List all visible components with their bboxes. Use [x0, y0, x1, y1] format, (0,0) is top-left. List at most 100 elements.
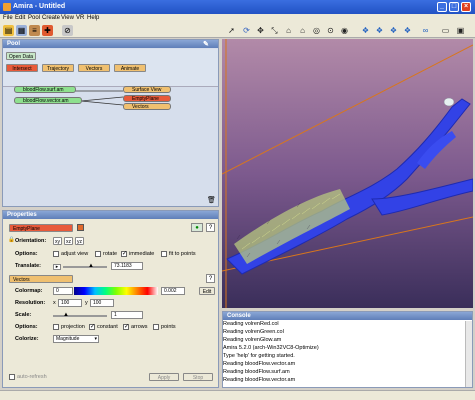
maximize-button[interactable]: □ — [449, 2, 459, 12]
module-vectors-title[interactable]: Vectors — [9, 275, 73, 283]
color-swatch[interactable] — [77, 224, 84, 231]
fullscreen-icon[interactable]: ▣ — [455, 25, 466, 36]
colormap-max-input[interactable]: 0.002 — [161, 287, 185, 295]
seek-icon[interactable]: ⊙ — [325, 25, 336, 36]
menu-help[interactable]: Help — [87, 15, 99, 21]
options-label: Options: — [15, 251, 38, 257]
puzzle-icon[interactable]: ✚ — [42, 25, 53, 36]
fit-to-points-checkbox[interactable] — [161, 251, 167, 257]
console-line: Amira 5.2.0 (arch-Win32VC8-Optimize) — [223, 345, 319, 351]
view-all-icon[interactable]: ◎ — [311, 25, 322, 36]
data-node-surf[interactable]: bloodFlow.surf.am — [14, 86, 76, 93]
translate-slider[interactable] — [63, 266, 107, 268]
menu-vr[interactable]: VR — [76, 15, 84, 21]
home-icon[interactable]: ⌂ — [283, 25, 294, 36]
trash-icon[interactable]: 🗑 — [207, 196, 216, 204]
stop-icon[interactable]: ⊘ — [62, 25, 73, 36]
module-node-emptyplane[interactable]: EmptyPlane — [123, 95, 171, 102]
console-line: Reading volrenGlow.am — [223, 337, 282, 343]
help-icon[interactable]: ? — [206, 274, 215, 283]
immediate-checkbox[interactable]: ✓ — [121, 251, 127, 257]
resolution-y-input[interactable]: 100 — [90, 299, 114, 307]
console-line: Reading volrenRed.col — [223, 321, 279, 327]
set-home-icon[interactable]: ⌂ — [297, 25, 308, 36]
view-y-icon[interactable]: ❖ — [374, 25, 385, 36]
pool-shortcuts: Open Data Intersect Trajectory Vectors A… — [3, 49, 218, 87]
stop-button[interactable]: Stop — [183, 373, 213, 381]
points-checkbox[interactable] — [153, 324, 159, 330]
scale-input[interactable]: 1 — [111, 311, 143, 319]
intersect-button[interactable]: Intersect — [6, 64, 38, 72]
close-button[interactable]: × — [461, 2, 471, 12]
colormap-bar[interactable] — [74, 287, 158, 295]
rotate-checkbox[interactable] — [95, 251, 101, 257]
view-z-icon[interactable]: ❖ — [388, 25, 399, 36]
layers-icon[interactable]: ≡ — [29, 25, 40, 36]
options2-label: Options: — [15, 324, 38, 330]
translate-slider-thumb[interactable]: ▲ — [88, 263, 94, 269]
console-line: Type 'help' for getting started. — [223, 353, 295, 359]
module-node-surface-view-label: Surface View — [132, 87, 162, 93]
layout-icon[interactable]: ▭ — [440, 25, 451, 36]
constant-checkbox[interactable]: ✓ — [89, 324, 95, 330]
play-icon[interactable]: ▸ — [53, 264, 61, 270]
vectors-button[interactable]: Vectors — [78, 64, 110, 72]
console-title: Console — [227, 313, 251, 319]
minimize-button[interactable]: _ — [437, 2, 447, 12]
menu-edit[interactable]: Edit — [15, 15, 25, 21]
display-toggle-icon[interactable]: ● — [191, 223, 203, 232]
menu-create[interactable]: Create — [42, 15, 60, 21]
arrows-checkbox[interactable]: ✓ — [123, 324, 129, 330]
adjust-view-label: adjust view — [61, 251, 89, 257]
view-x-icon[interactable]: ❖ — [360, 25, 371, 36]
module-emptyplane-title[interactable]: EmptyPlane — [9, 224, 73, 232]
scale-slider[interactable] — [53, 315, 107, 317]
pool-connections — [75, 90, 124, 106]
menu-file[interactable]: File — [3, 15, 13, 21]
data-node-vector[interactable]: bloodFlow.vector.am — [14, 97, 82, 104]
projection-checkbox[interactable] — [53, 324, 59, 330]
auto-refresh-checkbox[interactable] — [9, 374, 15, 380]
pointer-icon[interactable]: ➚ — [226, 25, 237, 36]
console-line: Reading volrenGreen.col — [223, 329, 284, 335]
menu-pool[interactable]: Pool — [28, 15, 40, 21]
stereo-icon[interactable]: ∞ — [420, 25, 431, 36]
translate-input[interactable]: 73.1183 — [111, 262, 143, 270]
trajectory-button[interactable]: Trajectory — [42, 64, 74, 72]
viewer-3d[interactable] — [222, 39, 473, 308]
viewer-scene — [222, 39, 473, 308]
pool-panel: Pool ✎ Open Data Intersect Trajectory Ve… — [2, 39, 219, 207]
title-bar: Amira - Untitled _ □ × — [0, 0, 475, 14]
grid-icon[interactable]: ▦ — [16, 25, 27, 36]
apply-button[interactable]: Apply — [149, 373, 179, 381]
resolution-x-input[interactable]: 100 — [58, 299, 82, 307]
help-icon[interactable]: ? — [206, 223, 215, 232]
colormap-edit-button[interactable]: Edit — [199, 287, 215, 295]
colorize-select[interactable]: Magnitude ▾ — [53, 335, 99, 343]
module-node-vectors-label: Vectors — [132, 104, 149, 110]
colormap-min-input[interactable]: 0 — [53, 287, 73, 295]
properties-header: Properties — [3, 211, 218, 219]
adjust-view-checkbox[interactable] — [53, 251, 59, 257]
orientation-xy-button[interactable]: xy — [53, 237, 62, 245]
view-3d-icon[interactable]: ❖ — [402, 25, 413, 36]
module-node-vectors[interactable]: Vectors — [123, 103, 171, 110]
open-data-button[interactable]: Open Data — [6, 52, 36, 60]
animate-button[interactable]: Animate — [114, 64, 146, 72]
translate-icon[interactable]: ✥ — [255, 25, 266, 36]
open-icon[interactable]: ▤ — [3, 25, 14, 36]
console-scrollbar[interactable] — [465, 321, 472, 387]
orientation-xz-button[interactable]: xz — [64, 237, 73, 245]
menu-view[interactable]: View — [61, 15, 74, 21]
scale-slider-thumb[interactable]: ▲ — [63, 312, 69, 318]
console-line: Reading bloodFlow.vector.am — [223, 361, 296, 367]
orientation-yz-button[interactable]: yz — [75, 237, 84, 245]
module-node-emptyplane-label: EmptyPlane — [132, 96, 159, 102]
rotate-icon[interactable]: ⟳ — [241, 25, 252, 36]
pin-icon[interactable]: ✎ — [203, 40, 209, 48]
zoom-icon[interactable]: ⤡ — [269, 25, 280, 36]
data-node-surf-label: bloodFlow.surf.am — [23, 87, 64, 93]
module-node-surface-view[interactable]: Surface View — [123, 86, 171, 93]
camera-icon[interactable]: ◉ — [339, 25, 350, 36]
console-line: Reading bloodFlow.vector.am — [223, 377, 296, 383]
